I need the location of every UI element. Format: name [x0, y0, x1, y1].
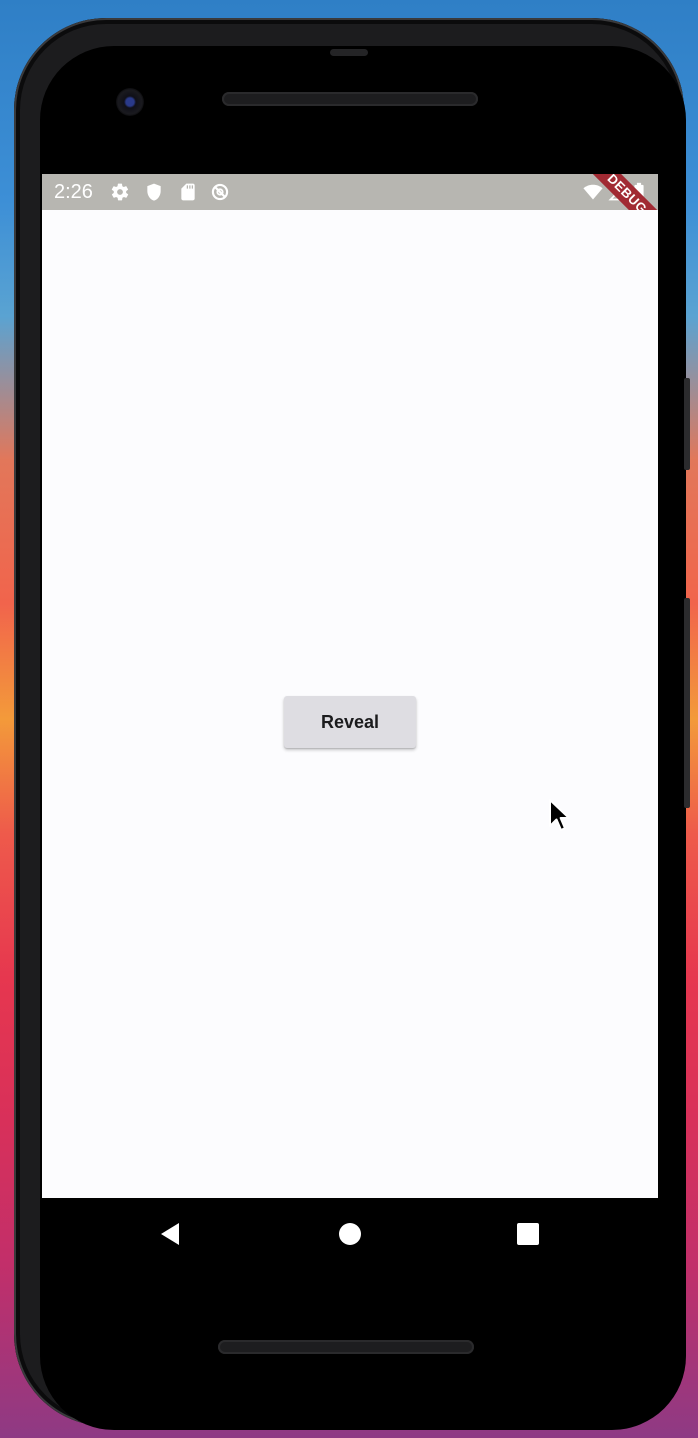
bottom-speaker [218, 1340, 474, 1354]
recents-icon[interactable] [514, 1220, 542, 1248]
earpiece-speaker [222, 92, 478, 106]
navigation-bar [42, 1198, 658, 1270]
status-time: 2:26 [54, 181, 93, 203]
front-camera [116, 88, 144, 116]
no-sync-icon [211, 183, 229, 201]
top-slit [330, 49, 368, 56]
shield-icon [147, 183, 161, 201]
device-screen: 2:26 DEBUG Reveal [42, 174, 658, 1198]
back-icon[interactable] [156, 1220, 184, 1248]
gear-icon [111, 183, 129, 201]
home-icon[interactable] [336, 1220, 364, 1248]
wifi-icon [583, 184, 603, 200]
app-body: Reveal [42, 210, 658, 1198]
reveal-button[interactable]: Reveal [284, 696, 416, 748]
volume-button [684, 598, 690, 808]
sd-card-icon [181, 183, 195, 201]
mouse-pointer-icon [549, 799, 570, 831]
status-bar: 2:26 DEBUG [42, 174, 658, 248]
power-button [684, 378, 690, 470]
